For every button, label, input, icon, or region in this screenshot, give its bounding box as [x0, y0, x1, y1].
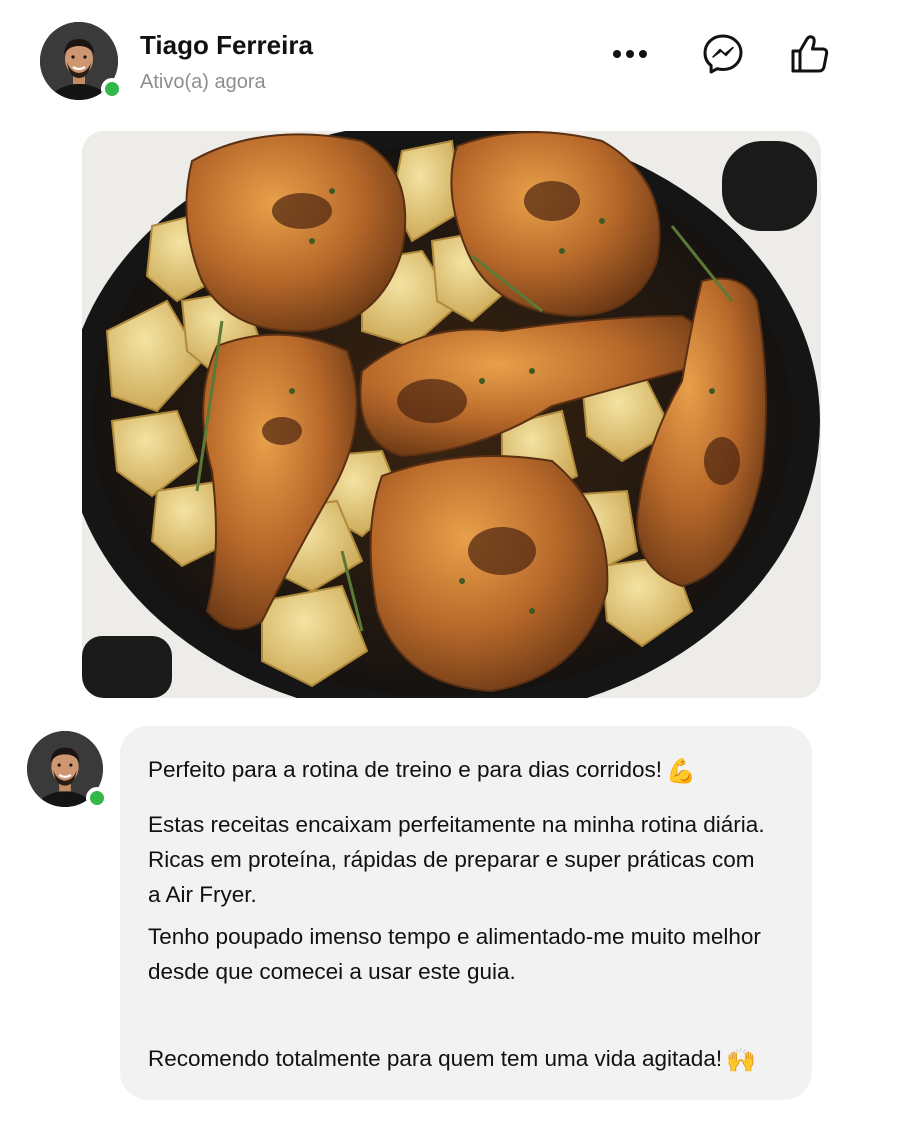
contact-name[interactable]: Tiago Ferreira [140, 30, 313, 61]
messenger-button[interactable] [697, 28, 749, 80]
roast-chicken-skillet-image [82, 131, 821, 698]
thumbs-up-icon [791, 35, 829, 73]
message-paragraph-3: Tenho poupado imenso tempo e alimentado-… [148, 924, 761, 984]
online-status-dot [86, 787, 108, 809]
like-button[interactable] [784, 28, 836, 80]
more-horizontal-icon [613, 50, 647, 58]
message-line-4-text: Recomendo totalmente para quem tem uma v… [148, 1046, 723, 1071]
sender-avatar[interactable] [27, 731, 108, 809]
message-line-4: Recomendo totalmente para quem tem uma v… [148, 1041, 756, 1078]
presence-status: Ativo(a) agora [140, 71, 266, 93]
message-line-1-text: Perfeito para a rotina de treino e para … [148, 757, 663, 782]
online-status-dot [101, 78, 123, 100]
more-options-button[interactable] [604, 28, 656, 80]
raising-hands-emoji: 🙌 [726, 1047, 756, 1074]
message-bubble[interactable]: Perfeito para a rotina de treino e para … [120, 726, 812, 1100]
flexed-biceps-emoji: 💪 [666, 758, 696, 785]
chat-header: Tiago Ferreira Ativo(a) agora [0, 0, 900, 110]
messenger-icon [703, 34, 743, 74]
profile-avatar[interactable] [40, 22, 123, 100]
message-paragraph-2: Estas receitas encaixam perfeitamente na… [148, 812, 765, 907]
shared-food-photo[interactable] [82, 131, 821, 698]
message-line-1: Perfeito para a rotina de treino e para … [148, 752, 696, 789]
